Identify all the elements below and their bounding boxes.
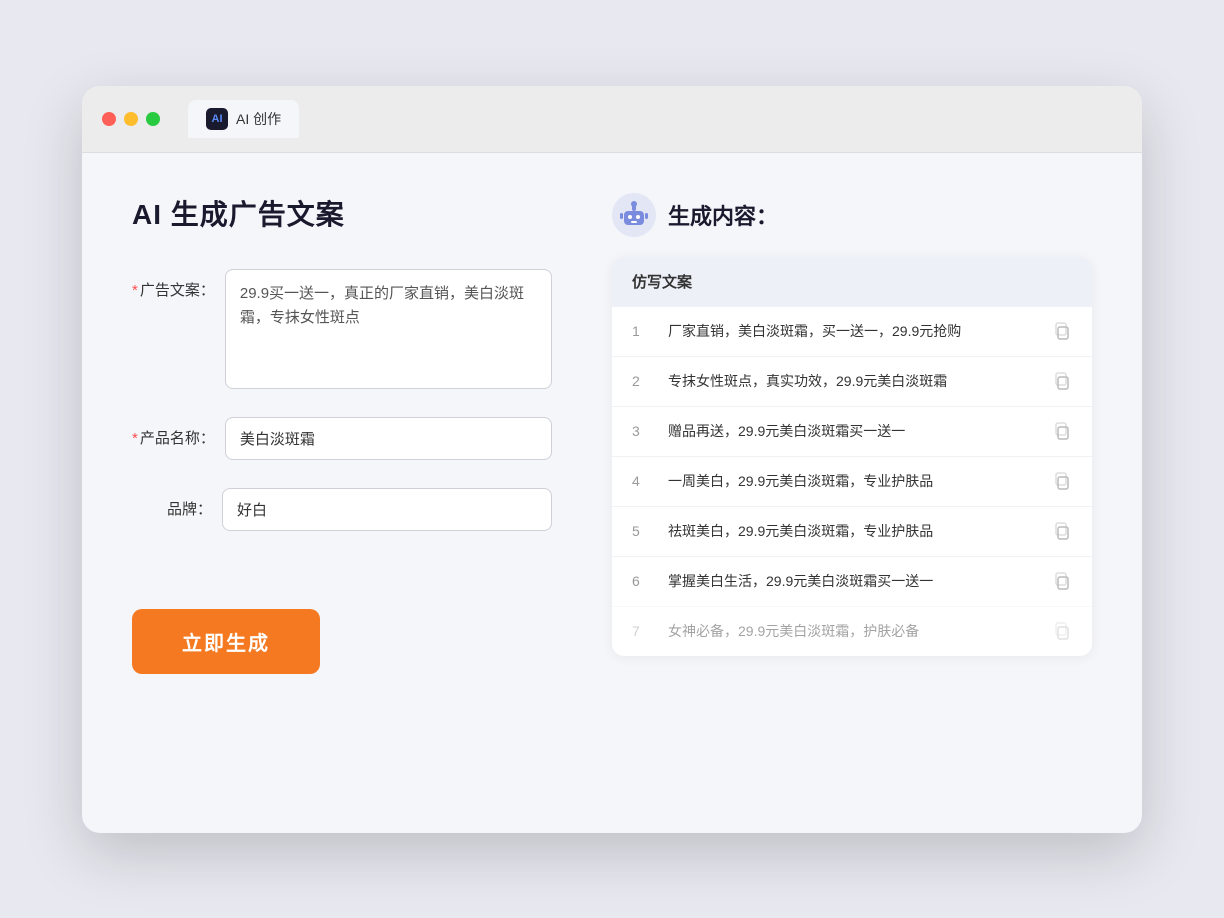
row-num-1: 1 <box>632 323 652 339</box>
maximize-button[interactable] <box>146 112 160 126</box>
result-row-7: 7 女神必备，29.9元美白淡斑霜，护肤必备 <box>612 606 1092 656</box>
product-name-group: *产品名称： <box>132 417 552 460</box>
result-row-2: 2 专抹女性斑点，真实功效，29.9元美白淡斑霜 <box>612 356 1092 406</box>
result-row-4: 4 一周美白，29.9元美白淡斑霜，专业护肤品 <box>612 456 1092 506</box>
page-title: AI 生成广告文案 <box>132 193 552 233</box>
row-text-7: 女神必备，29.9元美白淡斑霜，护肤必备 <box>668 621 1036 642</box>
tab-label: AI 创作 <box>236 109 281 129</box>
ai-tab-icon: AI <box>206 108 228 130</box>
row-text-6: 掌握美白生活，29.9元美白淡斑霜买一送一 <box>668 571 1036 592</box>
product-name-input[interactable] <box>225 417 552 460</box>
robot-icon <box>612 193 656 237</box>
row-text-4: 一周美白，29.9元美白淡斑霜，专业护肤品 <box>668 471 1036 492</box>
close-button[interactable] <box>102 112 116 126</box>
minimize-button[interactable] <box>124 112 138 126</box>
table-header: 仿写文案 <box>612 257 1092 306</box>
row-text-3: 赠品再送，29.9元美白淡斑霜买一送一 <box>668 421 1036 442</box>
copy-icon-6[interactable] <box>1052 571 1072 591</box>
result-title: 生成内容： <box>668 199 778 231</box>
browser-content: AI 生成广告文案 *广告文案： 29.9买一送一，真正的厂家直销，美白淡斑霜，… <box>82 153 1142 833</box>
ad-copy-group: *广告文案： 29.9买一送一，真正的厂家直销，美白淡斑霜，专抹女性斑点 <box>132 269 552 389</box>
row-num-3: 3 <box>632 423 652 439</box>
copy-icon-3[interactable] <box>1052 421 1072 441</box>
left-panel: AI 生成广告文案 *广告文案： 29.9买一送一，真正的厂家直销，美白淡斑霜，… <box>132 193 552 793</box>
result-row-5: 5 祛斑美白，29.9元美白淡斑霜，专业护肤品 <box>612 506 1092 556</box>
titlebar: AI AI 创作 <box>82 86 1142 153</box>
row-text-5: 祛斑美白，29.9元美白淡斑霜，专业护肤品 <box>668 521 1036 542</box>
browser-tab[interactable]: AI AI 创作 <box>188 100 299 138</box>
copy-icon-1[interactable] <box>1052 321 1072 341</box>
copy-icon-5[interactable] <box>1052 521 1072 541</box>
product-name-label: *产品名称： <box>132 417 215 448</box>
brand-input[interactable] <box>222 488 552 531</box>
row-text-2: 专抹女性斑点，真实功效，29.9元美白淡斑霜 <box>668 371 1036 392</box>
brand-label: 品牌： <box>132 488 212 519</box>
row-num-5: 5 <box>632 523 652 539</box>
row-num-2: 2 <box>632 373 652 389</box>
generate-button[interactable]: 立即生成 <box>132 609 320 674</box>
copy-icon-4[interactable] <box>1052 471 1072 491</box>
brand-group: 品牌： <box>132 488 552 531</box>
ad-copy-input[interactable]: 29.9买一送一，真正的厂家直销，美白淡斑霜，专抹女性斑点 <box>225 269 552 389</box>
right-panel: 生成内容： 仿写文案 1 厂家直销，美白淡斑霜，买一送一，29.9元抢购 2 专… <box>612 193 1092 793</box>
browser-window: AI AI 创作 AI 生成广告文案 *广告文案： 29.9买一送一，真正的厂家… <box>82 86 1142 833</box>
result-row-6: 6 掌握美白生活，29.9元美白淡斑霜买一送一 <box>612 556 1092 606</box>
result-row-1: 1 厂家直销，美白淡斑霜，买一送一，29.9元抢购 <box>612 306 1092 356</box>
row-text-1: 厂家直销，美白淡斑霜，买一送一，29.9元抢购 <box>668 321 1036 342</box>
row-num-4: 4 <box>632 473 652 489</box>
copy-icon-7[interactable] <box>1052 621 1072 641</box>
result-header: 生成内容： <box>612 193 1092 237</box>
row-num-7: 7 <box>632 623 652 639</box>
product-required: * <box>132 430 138 447</box>
traffic-lights <box>102 112 160 126</box>
ad-copy-label: *广告文案： <box>132 269 215 300</box>
row-num-6: 6 <box>632 573 652 589</box>
result-row-3: 3 赠品再送，29.9元美白淡斑霜买一送一 <box>612 406 1092 456</box>
result-table: 仿写文案 1 厂家直销，美白淡斑霜，买一送一，29.9元抢购 2 专抹女性斑点，… <box>612 257 1092 656</box>
ad-copy-required: * <box>132 282 138 299</box>
copy-icon-2[interactable] <box>1052 371 1072 391</box>
